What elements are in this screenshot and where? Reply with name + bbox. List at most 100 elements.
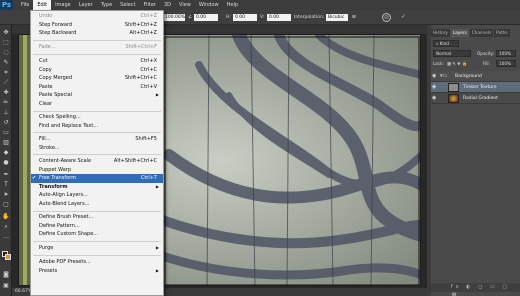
eye-icon[interactable]: ◉ (432, 84, 436, 90)
menu-separator (33, 210, 161, 212)
commit-transform-icon[interactable]: ✓ (399, 13, 408, 22)
brush-tool-icon[interactable]: ✏ (2, 99, 10, 106)
menu-image[interactable]: Image (51, 0, 75, 10)
menu-item-label: Purge (39, 245, 54, 251)
edit-menu-dropdown: Undo Ctrl+Z Step Forward Shift+Ctrl+Z Step… (30, 10, 164, 296)
menu-item-stroke[interactable]: Stroke... (31, 144, 163, 153)
menu-item-presets[interactable]: Presets ▶ (31, 267, 163, 276)
menu-item-cut[interactable]: Cut Ctrl+X (31, 57, 163, 66)
path-select-tool-icon[interactable]: ➤ (2, 191, 10, 198)
menu-item-puppet-warp[interactable]: Puppet Warp (31, 166, 163, 175)
screen-mode-icon[interactable]: ▣ (2, 282, 10, 289)
menu-item-label: Fade... (39, 44, 56, 50)
tab-paths[interactable]: Paths (494, 29, 510, 37)
menu-item-clear[interactable]: Clear (31, 100, 163, 109)
interpolation-select[interactable]: Bicubic (326, 14, 348, 21)
move-tool-icon[interactable]: ✥ (2, 29, 10, 36)
layer-name: Timber Texture (463, 85, 497, 90)
tab-history[interactable]: History (431, 29, 450, 37)
blur-tool-icon[interactable]: ◆ (2, 149, 10, 156)
layer-group-background[interactable]: ◉ ▾▭ Background (431, 71, 520, 82)
menu-select[interactable]: Select (116, 0, 139, 10)
menu-item-define-brush-preset[interactable]: Define Brush Preset... (31, 213, 163, 222)
submenu-arrow-icon: ▶ (155, 245, 159, 250)
v-skew-label: V: (260, 15, 265, 20)
menu-edit[interactable]: Edit (33, 0, 52, 10)
menu-item-purge[interactable]: Purge ▶ (31, 244, 163, 253)
submenu-arrow-icon: ▶ (155, 267, 159, 273)
menu-item-find-replace[interactable]: Find and Replace Text... (31, 122, 163, 131)
history-brush-tool-icon[interactable]: ↺ (2, 119, 10, 126)
layers-bottom-toolbar[interactable]: fx ◐ ◻ ▭ ▢ 🗑 (431, 283, 520, 296)
hand-tool-icon[interactable]: ✋ (2, 213, 10, 220)
h-skew-field[interactable]: 0.00 (233, 14, 257, 21)
menu-item-free-transform[interactable]: ✔ Free Transform Ctrl+T (31, 174, 163, 183)
menu-help[interactable]: Help (223, 0, 242, 10)
menu-item-fade[interactable]: Fade... Shift+Ctrl+F (31, 43, 163, 52)
menu-item-check-spelling[interactable]: Check Spelling... (31, 113, 163, 122)
tab-layers[interactable]: Layers (450, 29, 469, 37)
menu-item-fill[interactable]: Fill... Shift+F5 (31, 135, 163, 144)
menu-item-copy[interactable]: Copy Ctrl+C (31, 66, 163, 75)
layer-thumbnail (448, 83, 459, 92)
layer-kind-filter[interactable]: ⌕ Kind (433, 40, 459, 47)
quick-select-tool-icon[interactable]: ✎ (2, 59, 10, 66)
lock-label: Lock: (433, 61, 444, 66)
angle-field[interactable]: 0.00 (194, 14, 218, 21)
marquee-tool-icon[interactable]: ⬚ (2, 39, 10, 46)
background-color-swatch[interactable] (5, 254, 11, 260)
layer-timber-texture[interactable]: ◉ Timber Texture (431, 82, 520, 93)
menu-item-copy-merged[interactable]: Copy Merged Shift+Ctrl+C (31, 74, 163, 83)
menu-layer[interactable]: Layer (75, 0, 97, 10)
zoom-tool-icon[interactable]: ⌕ (2, 223, 10, 230)
layer-radial-gradient[interactable]: ◉ Radial Gradient (431, 93, 520, 104)
menu-item-adobe-pdf-presets[interactable]: Adobe PDF Presets... (31, 258, 163, 267)
menu-item-content-aware-scale[interactable]: Content-Aware Scale Alt+Shift+Ctrl+C (31, 157, 163, 166)
menu-item-define-custom-shape[interactable]: Define Custom Shape... (31, 230, 163, 239)
tab-channels[interactable]: Channels (469, 29, 494, 37)
more-tools-icon[interactable]: … (2, 233, 10, 240)
pen-tool-icon[interactable]: ✒ (2, 171, 10, 178)
clone-stamp-tool-icon[interactable]: ⊥ (2, 109, 10, 116)
v-skew-field[interactable]: 0.00 (267, 14, 291, 21)
menu-item-undo[interactable]: Undo Ctrl+Z (31, 12, 163, 21)
menu-item-paste[interactable]: Paste Ctrl+V (31, 83, 163, 92)
menu-window[interactable]: Window (195, 0, 223, 10)
fill-field[interactable]: 100% (496, 60, 516, 67)
crop-tool-icon[interactable]: ⌗ (2, 69, 10, 76)
menu-filter[interactable]: Filter (140, 0, 160, 10)
eraser-tool-icon[interactable]: ▭ (2, 129, 10, 136)
eyedropper-tool-icon[interactable]: ⟋ (2, 79, 10, 86)
eye-icon[interactable]: ◉ (432, 95, 436, 101)
gradient-tool-icon[interactable]: ▥ (2, 139, 10, 146)
lock-icons[interactable]: ▩ ✎ ✥ 🔒 (447, 60, 467, 67)
layer-name: Background (455, 74, 482, 79)
warp-icon[interactable]: ⊞ (352, 14, 356, 21)
menu-item-auto-blend-layers[interactable]: Auto-Blend Layers... (31, 200, 163, 209)
width-percent-field[interactable]: 100.00% (163, 14, 185, 21)
menu-item-paste-special[interactable]: Paste Special ▶ (31, 91, 163, 100)
menu-item-define-pattern[interactable]: Define Pattern... (31, 222, 163, 231)
menu-item-transform[interactable]: Transform ▶ (31, 183, 163, 192)
menu-view[interactable]: View (175, 0, 195, 10)
menu-item-step-backward[interactable]: Step Backward Alt+Ctrl+Z (31, 29, 163, 38)
menu-separator (33, 54, 161, 55)
menu-type[interactable]: Type (97, 0, 116, 10)
quick-mask-icon[interactable]: ◙ (2, 271, 10, 278)
menu-item-step-forward[interactable]: Step Forward Shift+Ctrl+Z (31, 21, 163, 30)
cancel-transform-icon[interactable]: ⊘ (382, 13, 391, 22)
dodge-tool-icon[interactable]: ● (2, 159, 10, 166)
opacity-field[interactable]: 100% (496, 50, 516, 57)
menu-item-auto-align-layers[interactable]: Auto-Align Layers... (31, 191, 163, 200)
eye-icon[interactable]: ◉ (432, 73, 436, 79)
menu-file[interactable]: File (17, 0, 33, 10)
lasso-tool-icon[interactable]: ◌ (2, 49, 10, 56)
kind-label: Kind (439, 41, 449, 46)
panel-tabs: History Layers Channels Paths (431, 29, 511, 37)
type-tool-icon[interactable]: T (2, 181, 10, 188)
menu-3d[interactable]: 3D (160, 0, 175, 10)
healing-tool-icon[interactable]: ✚ (2, 89, 10, 96)
shape-tool-icon[interactable]: ▢ (2, 201, 10, 208)
layer-name: Radial Gradient (463, 96, 498, 101)
blend-mode-select[interactable]: Normal (433, 50, 471, 57)
